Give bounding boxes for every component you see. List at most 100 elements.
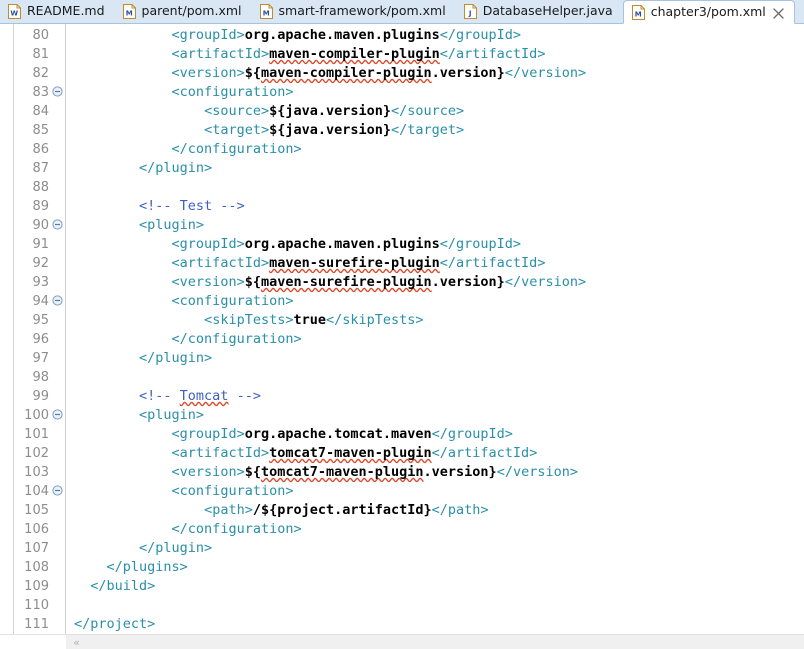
code-line[interactable]: <plugin> xyxy=(139,406,204,425)
code-token: ${java.version} xyxy=(269,103,392,119)
code-line[interactable]: <groupId>org.apache.tomcat.maven</groupI… xyxy=(172,425,513,444)
code-line[interactable]: </configuration> xyxy=(172,140,302,159)
editor-tab-databasehelper-java[interactable]: J DatabaseHelper.java xyxy=(456,0,623,23)
scrollbar-gutter-pad xyxy=(0,635,66,649)
java-file-icon: J xyxy=(463,4,477,19)
code-token: <groupId> xyxy=(171,27,245,43)
code-line[interactable]: <groupId>org.apache.maven.plugins</group… xyxy=(172,26,522,45)
code-line[interactable]: <target>${java.version}</target> xyxy=(204,121,464,140)
code-token: tomcat7-maven-plugin xyxy=(260,464,424,480)
code-line[interactable]: <version>${maven-compiler-plugin.version… xyxy=(172,64,587,83)
code-line[interactable]: <source>${java.version}</source> xyxy=(204,102,464,121)
code-line[interactable]: <path>/${project.artifactId}</path> xyxy=(204,501,489,520)
code-line[interactable]: <artifactId>tomcat7-maven-plugin</artifa… xyxy=(172,444,538,463)
code-token: </groupId> xyxy=(431,426,513,442)
code-token: </groupId> xyxy=(439,27,522,43)
code-token: .version} xyxy=(431,274,505,290)
horizontal-scrollbar[interactable]: « xyxy=(0,634,804,649)
code-line[interactable]: <artifactId>maven-compiler-plugin</artif… xyxy=(172,45,546,64)
code-line[interactable]: <version>${tomcat7-maven-plugin.version}… xyxy=(172,463,578,482)
code-token: </plugin> xyxy=(139,350,213,366)
code-line[interactable]: </plugins> xyxy=(107,558,188,577)
line-number: 89 xyxy=(32,199,49,214)
code-token: </artifactId> xyxy=(431,445,538,461)
line-number: 84 xyxy=(32,104,49,119)
code-line[interactable]: </project> xyxy=(74,615,155,634)
scroll-left-arrow-icon[interactable]: « xyxy=(70,636,83,649)
code-line[interactable]: </configuration> xyxy=(172,520,302,539)
code-line[interactable]: </plugin> xyxy=(139,349,212,368)
code-token: </configuration> xyxy=(171,521,302,537)
code-line[interactable]: </plugin> xyxy=(139,159,212,178)
code-token: <artifactId> xyxy=(171,255,270,271)
line-number: 106 xyxy=(24,522,49,537)
line-number: 107 xyxy=(24,541,49,556)
code-token: maven-compiler-plugin xyxy=(260,65,432,81)
eclipse-xml-editor-window: W README.md Mparent/pom.xml Msmart-framewor… xyxy=(0,0,804,649)
tab-close-icon[interactable] xyxy=(773,7,784,19)
code-line[interactable]: <configuration> xyxy=(172,83,294,102)
annotation-marker-strip[interactable] xyxy=(0,24,14,634)
code-token: ${ xyxy=(244,65,261,81)
code-token: <source> xyxy=(204,103,270,119)
code-token: </configuration> xyxy=(171,331,302,347)
code-fold-collapse-icon[interactable] xyxy=(51,216,64,235)
code-token: <configuration> xyxy=(171,84,294,100)
line-number: 111 xyxy=(24,617,49,632)
line-number: 108 xyxy=(24,560,49,575)
code-token: <target> xyxy=(204,122,270,138)
editor-tab-label: parent/pom.xml xyxy=(141,3,242,19)
code-text-area[interactable]: <groupId> org.apache.maven.plugins </group… xyxy=(66,24,804,634)
code-token: </artifactId> xyxy=(439,46,546,62)
code-fold-collapse-icon[interactable] xyxy=(51,482,64,501)
code-line[interactable]: <groupId>org.apache.maven.plugins</group… xyxy=(172,235,522,254)
code-line[interactable]: <!-- Test --> xyxy=(139,197,245,216)
line-number: 104 xyxy=(24,484,49,499)
code-token: <!-- xyxy=(139,388,180,404)
line-number: 88 xyxy=(32,180,49,195)
code-token: .version} xyxy=(423,464,497,480)
code-token: ${java.version} xyxy=(269,122,392,138)
code-token: </version> xyxy=(504,65,587,81)
editor-tab-label: chapter3/pom.xml xyxy=(650,3,766,19)
code-token: <groupId> xyxy=(171,426,245,442)
maven-pom-file-icon: M xyxy=(631,4,645,20)
code-token: </artifactId> xyxy=(439,255,546,271)
code-line[interactable]: <configuration> xyxy=(172,482,294,501)
svg-text:J: J xyxy=(468,9,472,17)
code-token: <path> xyxy=(204,502,253,518)
line-number: 92 xyxy=(32,256,49,271)
code-token: ${ xyxy=(244,464,261,480)
code-token: <artifactId> xyxy=(171,445,270,461)
line-number: 100 xyxy=(24,408,49,423)
code-token: <skipTests> xyxy=(204,312,294,328)
code-line[interactable]: </plugin> xyxy=(139,539,212,558)
editor-tab-smart-framework-pom-xml[interactable]: Msmart-framework/pom.xml xyxy=(252,0,456,23)
editor-tab-parent-pom-xml[interactable]: Mparent/pom.xml xyxy=(115,0,252,23)
code-line[interactable]: <!-- Tomcat --> xyxy=(139,387,261,406)
code-line[interactable]: </configuration> xyxy=(172,330,302,349)
code-token: <version> xyxy=(171,274,245,290)
line-number-gutter[interactable]: 80 81 82 83 84 85 86 87 88 89 90 91 92 93 94 95 96 97 98 99… xyxy=(15,24,65,634)
line-number: 85 xyxy=(32,123,49,138)
code-token: </version> xyxy=(496,464,578,480)
code-token: org.apache.maven.plugins xyxy=(244,236,440,252)
code-fold-collapse-icon[interactable] xyxy=(51,292,64,311)
maven-pom-file-icon: M xyxy=(259,4,273,19)
code-token: <plugin> xyxy=(139,217,205,233)
code-line[interactable]: <artifactId>maven-surefire-plugin</artif… xyxy=(172,254,546,273)
code-line[interactable]: <skipTests>true</skipTests> xyxy=(204,311,423,330)
markdown-file-icon: W xyxy=(8,4,21,19)
code-line[interactable]: <version>${maven-surefire-plugin.version… xyxy=(172,273,587,292)
editor-tab-chapter3-pom-xml[interactable]: Mchapter3/pom.xml xyxy=(622,0,795,24)
code-fold-collapse-icon[interactable] xyxy=(51,83,64,102)
code-line[interactable]: <plugin> xyxy=(139,216,204,235)
code-token: /${project.artifactId} xyxy=(252,502,432,518)
line-number: 86 xyxy=(32,142,49,157)
editor-pane[interactable]: 80 81 82 83 84 85 86 87 88 89 90 91 92 93 94 95 96 97 98 99… xyxy=(0,24,804,634)
editor-tab-readme-md[interactable]: W README.md xyxy=(0,0,115,23)
code-fold-collapse-icon[interactable] xyxy=(51,406,64,425)
code-line[interactable]: </build> xyxy=(90,577,155,596)
maven-pom-file-icon: M xyxy=(122,4,136,19)
code-line[interactable]: <configuration> xyxy=(172,292,294,311)
